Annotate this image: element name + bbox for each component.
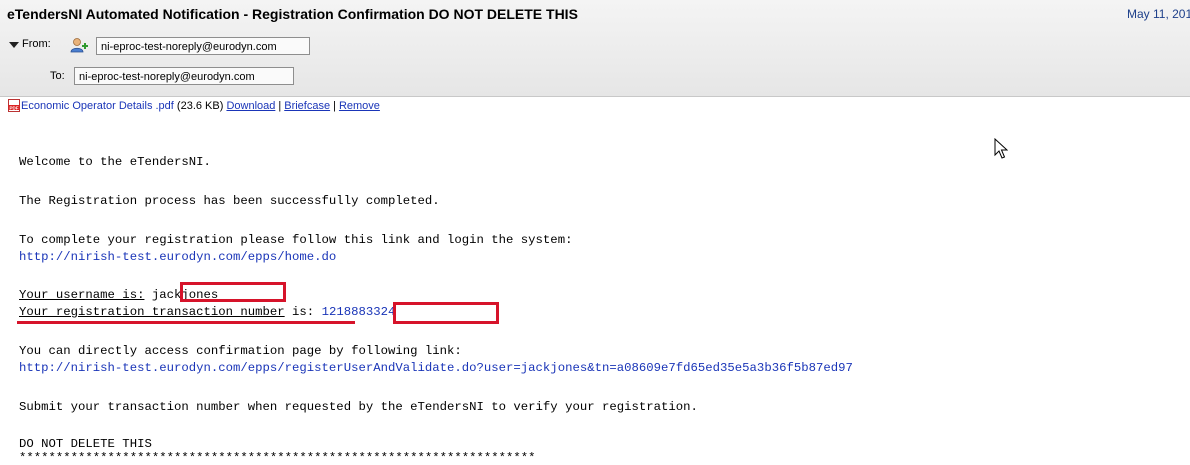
to-label: To: — [50, 70, 65, 82]
to-address-field[interactable]: ni-eproc-test-noreply@eurodyn.com — [74, 67, 294, 85]
contact-icon[interactable] — [69, 37, 89, 53]
email-date: May 11, 201 — [1127, 7, 1190, 21]
from-address-field[interactable]: ni-eproc-test-noreply@eurodyn.com — [96, 37, 310, 55]
txn-line: Your registration transaction number is:… — [19, 305, 395, 319]
remove-link[interactable]: Remove — [339, 100, 380, 112]
txn-number[interactable]: 1218883324 — [322, 305, 396, 319]
email-subject: eTendersNI Automated Notification - Regi… — [7, 6, 578, 22]
follow-link-text: To complete your registration please fol… — [19, 233, 573, 247]
username-label: Your username is: — [19, 288, 145, 302]
mouse-cursor-icon — [994, 138, 1008, 159]
do-not-delete-text: DO NOT DELETE THIS — [19, 437, 152, 451]
submit-note: Submit your transaction number when requ… — [19, 400, 698, 414]
welcome-text: Welcome to the eTendersNI. — [19, 155, 211, 169]
attachment-name[interactable]: Economic Operator Details .pdf — [21, 100, 174, 112]
separator: | — [278, 99, 282, 112]
completed-text: The Registration process has been succes… — [19, 194, 440, 208]
direct-access-text: You can directly access confirmation pag… — [19, 344, 462, 358]
email-header: eTendersNI Automated Notification - Regi… — [0, 0, 1190, 97]
confirm-link[interactable]: http://nirish-test.eurodyn.com/epps/regi… — [19, 361, 853, 375]
collapse-arrow-icon[interactable] — [9, 42, 19, 48]
txn-label: Your registration transaction number — [19, 305, 285, 319]
download-link[interactable]: Download — [226, 100, 275, 112]
username-highlight-box — [180, 282, 286, 302]
pdf-icon: PDF — [8, 99, 20, 112]
briefcase-link[interactable]: Briefcase — [284, 100, 330, 112]
home-link[interactable]: http://nirish-test.eurodyn.com/epps/home… — [19, 250, 336, 264]
attachment-row: PDF Economic Operator Details .pdf (23.6… — [8, 99, 380, 112]
txn-number-highlight-box — [393, 302, 499, 324]
txn-label-underline — [17, 321, 355, 324]
svg-text:PDF: PDF — [10, 106, 19, 111]
stars-line: ****************************************… — [19, 451, 536, 465]
txn-is: is: — [292, 305, 315, 319]
separator: | — [333, 99, 336, 112]
from-label: From: — [22, 38, 51, 50]
attachment-size: (23.6 KB) — [176, 99, 224, 112]
